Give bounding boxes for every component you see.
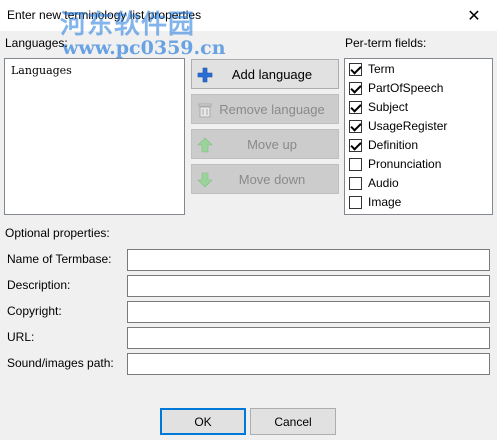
field-term-checkbox[interactable]: Term <box>349 60 395 78</box>
field-pronunciation-checkbox[interactable]: Pronunciation <box>349 155 441 173</box>
copyright-input[interactable] <box>127 301 490 323</box>
close-button[interactable]: ✕ <box>451 0 497 31</box>
window-title: Enter new terminology list properties <box>7 8 202 22</box>
checkbox[interactable] <box>349 81 362 95</box>
description-input[interactable] <box>127 275 490 297</box>
checkbox[interactable] <box>349 100 362 114</box>
move-up-button[interactable]: Move up <box>191 129 339 159</box>
checkbox[interactable] <box>349 138 362 152</box>
checkbox-label: PartOfSpeech <box>368 81 444 95</box>
field-image-checkbox[interactable]: Image <box>349 193 401 211</box>
checkbox-label: UsageRegister <box>368 119 448 133</box>
add-language-label: Add language <box>231 66 313 82</box>
checkbox[interactable] <box>349 176 362 190</box>
add-language-button[interactable]: Add language <box>191 59 339 89</box>
optional-properties-label: Optional properties: <box>5 226 110 240</box>
field-usageregister-checkbox[interactable]: UsageRegister <box>349 117 447 135</box>
per-term-fields-label: Per-term fields: <box>345 36 427 50</box>
checkbox[interactable] <box>349 157 362 171</box>
trash-icon <box>197 102 213 118</box>
url-label: URL: <box>7 330 35 344</box>
title-bar[interactable]: Enter new terminology list properties ✕ <box>0 0 497 31</box>
sound-images-path-input[interactable] <box>127 353 490 375</box>
remove-language-button[interactable]: Remove language <box>191 94 339 124</box>
languages-label: Languages: <box>5 36 68 50</box>
sound-images-path-label: Sound/images path: <box>7 356 114 370</box>
name-of-termbase-label: Name of Termbase: <box>7 252 112 266</box>
languages-listbox[interactable]: Languages <box>4 58 185 215</box>
per-term-fields-list: Term PartOfSpeech Subject UsageRegister … <box>344 58 493 215</box>
checkbox[interactable] <box>349 62 362 76</box>
field-audio-checkbox[interactable]: Audio <box>349 174 399 192</box>
checkbox-label: Pronunciation <box>368 157 442 171</box>
copyright-label: Copyright: <box>7 304 62 318</box>
checkbox-label: Image <box>368 195 402 209</box>
arrow-up-icon <box>197 137 213 153</box>
cancel-button[interactable]: Cancel <box>250 408 336 435</box>
plus-icon <box>197 67 213 83</box>
dialog-window: Enter new terminology list properties ✕ … <box>0 0 497 440</box>
move-down-button[interactable]: Move down <box>191 164 339 194</box>
checkbox-label: Subject <box>368 100 409 114</box>
description-label: Description: <box>7 278 71 292</box>
url-input[interactable] <box>127 327 490 349</box>
checkbox-label: Audio <box>368 176 399 190</box>
move-up-label: Move up <box>247 136 297 152</box>
checkbox-label: Definition <box>368 138 419 152</box>
checkbox-label: Term <box>368 62 395 76</box>
field-definition-checkbox[interactable]: Definition <box>349 136 418 154</box>
move-down-label: Move down <box>238 171 306 187</box>
checkbox[interactable] <box>349 195 362 209</box>
arrow-down-icon <box>197 172 213 188</box>
field-partofspeech-checkbox[interactable]: PartOfSpeech <box>349 79 443 97</box>
name-of-termbase-input[interactable] <box>127 249 490 271</box>
languages-list-item[interactable]: Languages <box>11 64 72 77</box>
checkbox[interactable] <box>349 119 362 133</box>
field-subject-checkbox[interactable]: Subject <box>349 98 408 116</box>
remove-language-label: Remove language <box>219 101 325 117</box>
watermark-url: www.pc0359.cn <box>62 37 226 59</box>
ok-button[interactable]: OK <box>160 408 246 435</box>
